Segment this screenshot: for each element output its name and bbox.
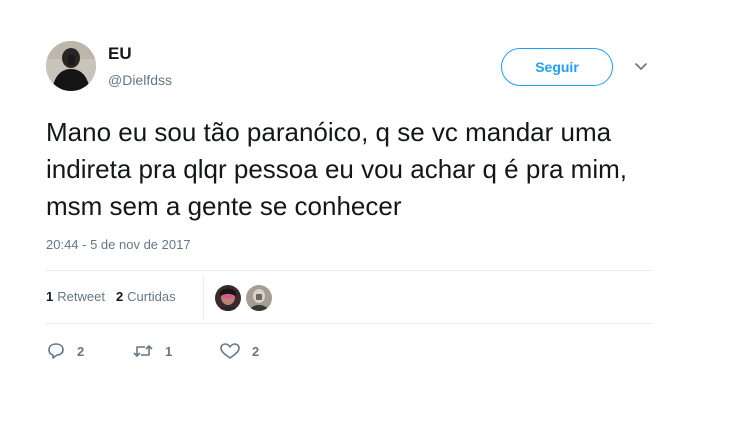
follow-button[interactable]: Seguir bbox=[501, 48, 613, 86]
retweet-icon bbox=[132, 342, 154, 360]
retweets-label: Retweet bbox=[57, 289, 105, 304]
reply-icon bbox=[46, 342, 66, 360]
reply-count: 2 bbox=[77, 343, 85, 359]
avatar[interactable] bbox=[46, 41, 96, 91]
reply-action[interactable]: 2 bbox=[46, 342, 84, 360]
tweet-text: Mano eu sou tão paranóico, q se vc manda… bbox=[46, 117, 627, 221]
divider-bottom bbox=[46, 323, 652, 324]
retweet-action[interactable]: 1 bbox=[132, 342, 172, 360]
likes-stat[interactable]: 2 Curtidas bbox=[116, 289, 176, 304]
retweet-count: 1 bbox=[165, 343, 173, 359]
retweets-stat[interactable]: 1 Retweet bbox=[46, 289, 105, 304]
liker-avatar[interactable] bbox=[246, 285, 272, 311]
stats-separator bbox=[203, 275, 204, 320]
like-action[interactable]: 2 bbox=[219, 342, 259, 360]
tweet-timestamp[interactable]: 20:44 - 5 de nov de 2017 bbox=[46, 237, 191, 252]
likes-label: Curtidas bbox=[127, 289, 176, 304]
tweet-stats: 1 Retweet 2 Curtidas bbox=[46, 289, 176, 304]
divider-top bbox=[46, 270, 652, 271]
likes-count: 2 bbox=[115, 289, 124, 304]
avatar-image bbox=[46, 41, 96, 91]
user-handle[interactable]: @Dielfdss bbox=[108, 72, 172, 88]
chevron-down-icon[interactable] bbox=[632, 60, 650, 74]
retweets-count: 1 bbox=[46, 289, 54, 304]
liker-avatar[interactable] bbox=[215, 285, 241, 311]
like-count: 2 bbox=[252, 343, 260, 359]
user-display-name[interactable]: EU bbox=[108, 44, 132, 64]
heart-icon bbox=[219, 342, 241, 360]
